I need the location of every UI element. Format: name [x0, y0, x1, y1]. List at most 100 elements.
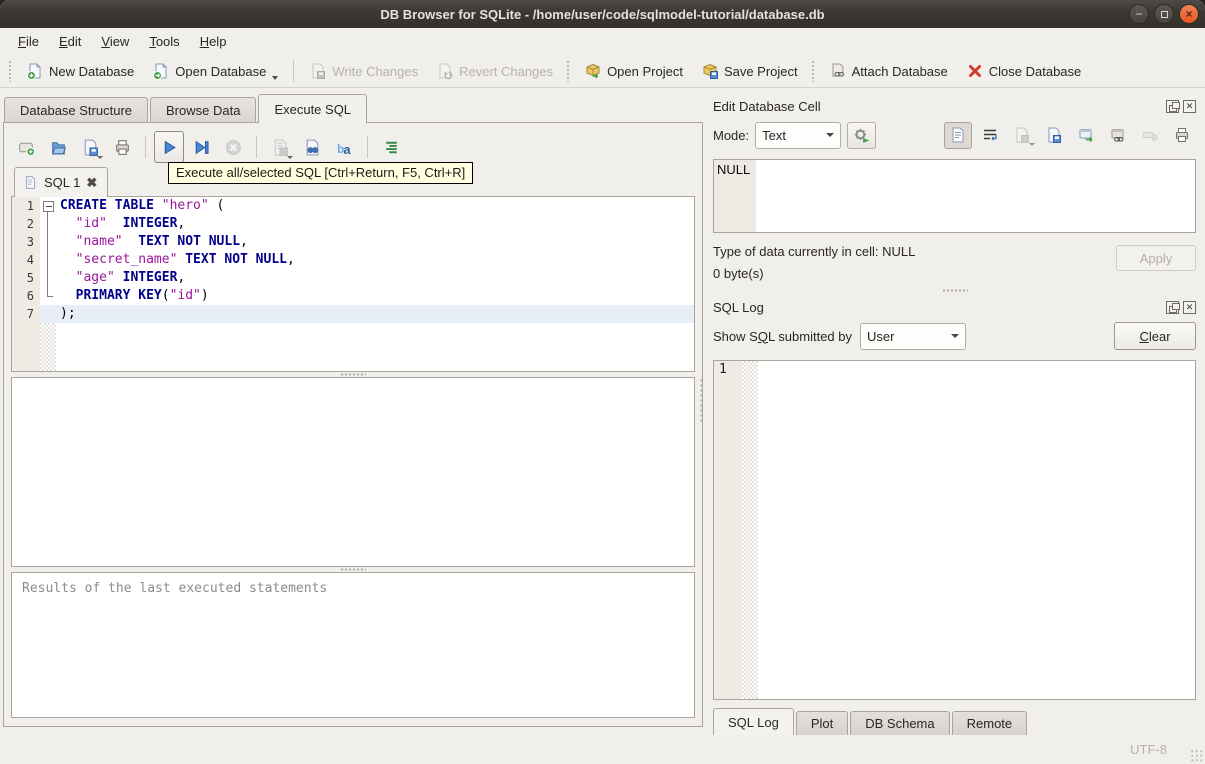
open-external-button[interactable]: [1072, 122, 1100, 149]
encoding-indicator[interactable]: UTF-8: [1130, 742, 1167, 757]
menu-help[interactable]: Help: [190, 30, 237, 53]
execute-sql-icon: [164, 140, 176, 154]
resize-grip-icon[interactable]: [1190, 749, 1203, 762]
new-database-button[interactable]: New Database: [17, 57, 143, 85]
export-data-button[interactable]: [1040, 122, 1068, 149]
tab-remote[interactable]: Remote: [951, 711, 1028, 735]
stop-sql-button[interactable]: [218, 131, 248, 163]
code-text: );: [56, 305, 694, 323]
code-line-row[interactable]: 4 "secret_name" TEXT NOT NULL,: [12, 251, 694, 269]
save-sql-dropdown-icon[interactable]: [97, 156, 103, 159]
revert-changes-button[interactable]: Revert Changes: [427, 57, 562, 85]
save-results-button[interactable]: [265, 131, 295, 163]
results-message-pane[interactable]: Results of the last executed statements: [11, 572, 695, 718]
line-number: 1: [12, 197, 40, 215]
fold-marker-icon[interactable]: [40, 197, 56, 215]
set-null-button[interactable]: [1136, 122, 1164, 149]
sql-log-view[interactable]: 1: [713, 360, 1196, 700]
attach-database-button[interactable]: Attach Database: [820, 57, 957, 85]
import-data-button[interactable]: [1008, 122, 1036, 149]
text-mode-button[interactable]: [944, 121, 972, 149]
title-bar[interactable]: DB Browser for SQLite - /home/user/code/…: [0, 0, 1205, 28]
toolbar-drag-handle[interactable]: [810, 60, 816, 82]
write-changes-button[interactable]: Write Changes: [300, 57, 427, 85]
save-results-dropdown-icon[interactable]: [287, 156, 293, 159]
sql-log-filter-select[interactable]: User: [860, 322, 966, 350]
edit-cell-icons: [944, 121, 1196, 149]
tab-execute-sql[interactable]: Execute SQL: [258, 94, 368, 123]
sql-code-editor[interactable]: 1 CREATE TABLE "hero" (2 "id" INTEGER, 3 "…: [11, 196, 695, 372]
new-sql-tab-button[interactable]: [11, 131, 41, 163]
menu-view[interactable]: View: [91, 30, 139, 53]
apply-cell-data-button[interactable]: [847, 121, 877, 149]
execute-sql-button[interactable]: [154, 131, 184, 163]
dock-tab-bar: SQL Log Plot DB Schema Remote: [713, 708, 1196, 735]
open-sql-file-button[interactable]: [43, 131, 73, 163]
dock-close-icon[interactable]: ✕: [1183, 300, 1196, 314]
export-file-icon: [1048, 127, 1061, 143]
close-tab-icon[interactable]: ✖: [86, 175, 97, 191]
code-line-row[interactable]: 7);: [12, 305, 694, 323]
fold-margin: [40, 269, 56, 287]
results-grid-pane[interactable]: [11, 377, 695, 567]
edit-cell-toolbar: Mode: Text: [713, 118, 1196, 152]
panel-splitter[interactable]: [699, 378, 704, 424]
revert-changes-icon: [439, 63, 453, 80]
code-line-row[interactable]: 2 "id" INTEGER,: [12, 215, 694, 233]
sql-file-tab[interactable]: SQL 1 ✖: [14, 167, 109, 197]
dock-close-icon[interactable]: ✕: [1183, 99, 1196, 113]
main-toolbar: New Database Open Database Write Changes…: [0, 55, 1205, 88]
sql-toolbar-separator: [256, 136, 257, 158]
code-line-row[interactable]: 3 "name" TEXT NOT NULL,: [12, 233, 694, 251]
format-sql-button[interactable]: [376, 131, 406, 163]
open-database-dropdown-icon[interactable]: [272, 76, 279, 80]
tab-sql-log[interactable]: SQL Log: [713, 708, 794, 735]
save-project-button[interactable]: Save Project: [692, 57, 807, 85]
import-dropdown-icon[interactable]: [1029, 142, 1035, 146]
open-project-button[interactable]: Open Project: [575, 57, 692, 85]
menu-tools[interactable]: Tools: [139, 30, 189, 53]
sql-toolbar-separator: [367, 136, 368, 158]
log-line-number: 1: [714, 361, 742, 378]
clear-log-button[interactable]: Clear: [1114, 322, 1196, 350]
dock-float-icon[interactable]: [1166, 99, 1180, 113]
stop-icon: [225, 139, 241, 155]
line-number: 6: [12, 287, 40, 305]
copy-link-button[interactable]: [1104, 122, 1132, 149]
write-changes-icon: [312, 63, 326, 79]
print-sql-button[interactable]: [107, 131, 137, 163]
save-sql-file-button[interactable]: [75, 131, 105, 163]
menu-file[interactable]: File: [8, 30, 49, 53]
tab-database-structure[interactable]: Database Structure: [4, 97, 149, 123]
execute-current-line-button[interactable]: [186, 131, 216, 163]
cell-size-info: 0 byte(s): [713, 266, 764, 281]
menu-edit[interactable]: Edit: [49, 30, 91, 53]
toolbar-drag-handle[interactable]: [8, 60, 13, 82]
word-wrap-button[interactable]: [976, 122, 1004, 149]
print-cell-button[interactable]: [1168, 122, 1196, 149]
tab-db-schema[interactable]: DB Schema: [850, 711, 950, 735]
find-button[interactable]: [297, 131, 327, 163]
tab-plot[interactable]: Plot: [795, 711, 849, 735]
maximize-button[interactable]: [1154, 4, 1174, 24]
mode-select[interactable]: Text: [755, 121, 842, 149]
minimize-button[interactable]: −: [1129, 4, 1149, 24]
dock-float-icon[interactable]: [1166, 300, 1180, 314]
code-line-row[interactable]: 5 "age" INTEGER,: [12, 269, 694, 287]
open-database-button[interactable]: Open Database: [143, 57, 287, 85]
dock-splitter[interactable]: [713, 285, 1196, 295]
close-database-button[interactable]: Close Database: [957, 57, 1091, 85]
close-button[interactable]: ×: [1179, 4, 1199, 24]
apply-button[interactable]: Apply: [1116, 245, 1196, 271]
line-number: 5: [12, 269, 40, 287]
toolbar-drag-handle[interactable]: [566, 60, 572, 82]
chevron-down-icon: [951, 334, 959, 338]
code-line-row[interactable]: 1 CREATE TABLE "hero" (: [12, 197, 694, 215]
autocomplete-icon: ba: [337, 142, 351, 156]
cell-value-editor[interactable]: NULL: [713, 159, 1196, 233]
tab-browse-data[interactable]: Browse Data: [150, 97, 257, 123]
code-line-row[interactable]: 6 PRIMARY KEY("id"): [12, 287, 694, 305]
save-project-icon: [703, 63, 718, 79]
chevron-down-icon: [826, 133, 835, 137]
autocomplete-button[interactable]: ba: [329, 131, 359, 163]
